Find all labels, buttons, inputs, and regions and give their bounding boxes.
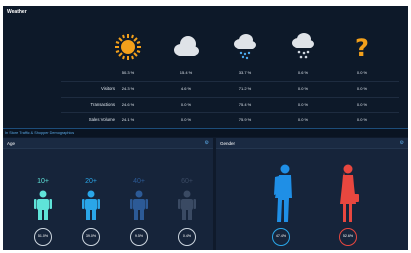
age-group-label: 10+	[37, 178, 49, 185]
age-percent: 39.0%	[85, 234, 97, 238]
divider	[61, 112, 399, 113]
table-cell: 75.9 %	[238, 117, 252, 122]
gender-title: Gender	[220, 141, 236, 146]
table-cell: 0.0 %	[297, 117, 309, 122]
person-icon	[34, 190, 52, 220]
table-cell: 0.0 %	[356, 102, 368, 107]
age-panel: Age ⚙ 10+ 20+ 40+ 60+ 51.0% 39.0% 9.5% 0…	[3, 138, 213, 250]
table-cell: 24.1 %	[121, 117, 135, 122]
age-percent: 0.4%	[182, 234, 192, 238]
age-percent: 9.5%	[134, 234, 144, 238]
section-header: In Store Traffic & Shopper Demographics	[3, 128, 408, 137]
table-cell: 0.0 %	[297, 102, 309, 107]
weather-panel: Weather ? 50.3 % 15.4 % 33.7 % 0.6 % 0.0…	[3, 6, 408, 128]
age-group-label: 20+	[85, 178, 97, 185]
cloud-snow-icon	[292, 33, 314, 59]
age-group-label: 60+	[181, 178, 193, 185]
gender-panel-header: Gender ⚙	[216, 138, 408, 149]
weather-percent-unknown: 0.0 %	[356, 70, 368, 75]
gender-panel: Gender ⚙ 47.4% 52.6%	[216, 138, 408, 250]
table-cell: 75.4 %	[238, 102, 252, 107]
male-percent: 47.4%	[275, 234, 287, 238]
table-cell: 0.0 %	[356, 86, 368, 91]
section-title[interactable]: In Store Traffic & Shopper Demographics	[5, 131, 74, 135]
divider	[61, 97, 399, 98]
dashboard: Weather ? 50.3 % 15.4 % 33.7 % 0.6 % 0.0…	[3, 6, 408, 250]
person-icon	[178, 190, 196, 220]
table-cell: 0.0 %	[356, 117, 368, 122]
weather-percent-sunny: 50.3 %	[121, 70, 135, 75]
table-cell: 0.0 %	[180, 117, 192, 122]
table-cell: 0.0 %	[297, 86, 309, 91]
age-title: Age	[7, 141, 16, 146]
age-panel-header: Age ⚙	[3, 138, 213, 149]
settings-icon[interactable]: ⚙	[205, 140, 209, 146]
male-icon	[274, 164, 292, 222]
table-cell: 24.6 %	[121, 102, 135, 107]
table-cell: 4.6 %	[180, 86, 192, 91]
weather-percent-cloudy: 15.4 %	[179, 70, 193, 75]
table-cell: 0.0 %	[180, 102, 192, 107]
sun-icon	[115, 34, 141, 60]
weather-title: Weather	[7, 9, 27, 15]
person-icon	[82, 190, 100, 220]
cloud-rain-icon	[234, 34, 256, 60]
weather-percent-snow: 0.6 %	[297, 70, 309, 75]
table-cell: 71.2 %	[238, 86, 252, 91]
age-group-label: 40+	[133, 178, 145, 185]
question-icon: ?	[355, 34, 369, 62]
age-percent: 51.0%	[37, 234, 49, 238]
person-icon	[130, 190, 148, 220]
svg-text:?: ?	[355, 34, 369, 62]
female-icon	[340, 164, 359, 222]
cloud-icon	[174, 36, 199, 56]
settings-icon[interactable]: ⚙	[400, 140, 404, 146]
weather-percent-rain: 33.7 %	[238, 70, 252, 75]
divider	[61, 81, 399, 82]
table-cell: 24.3 %	[121, 86, 135, 91]
female-percent: 52.6%	[342, 234, 354, 238]
